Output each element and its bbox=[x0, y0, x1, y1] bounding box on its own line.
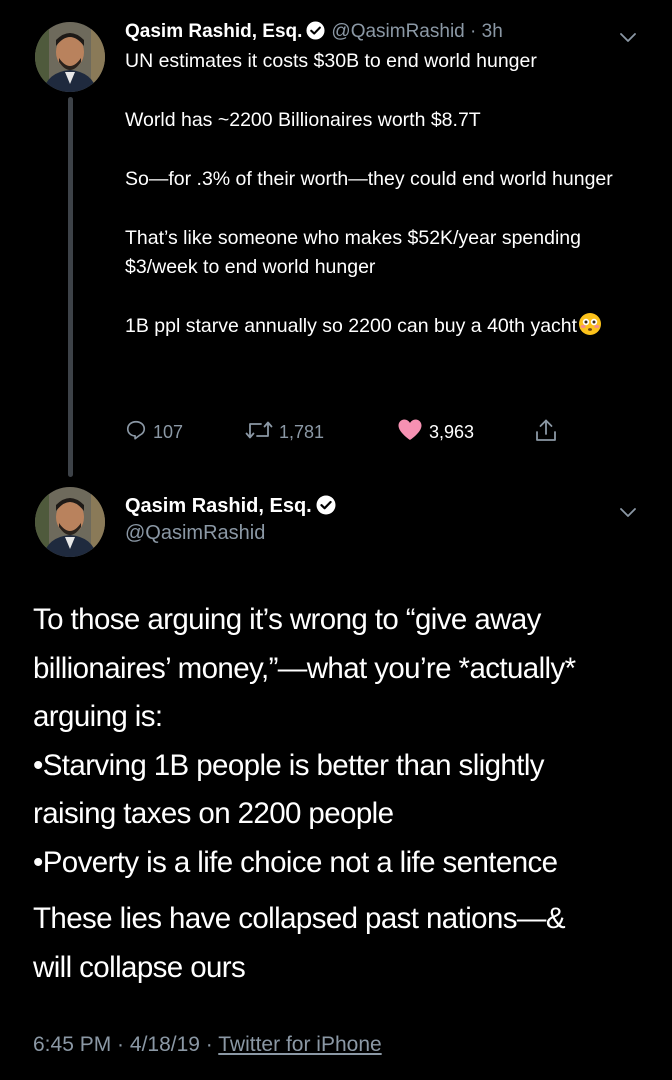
like-count: 3,963 bbox=[429, 421, 475, 442]
tweet2-handle[interactable]: @QasimRashid bbox=[125, 520, 265, 546]
tweet1-paragraph: UN estimates it costs $30B to end world … bbox=[125, 50, 537, 72]
tweet1-paragraph: That’s like someone who makes $52K/year … bbox=[125, 227, 581, 278]
tweet2-line: These lies have collapsed past nations—& bbox=[33, 902, 566, 935]
tweet2-author: Qasim Rashid, Esq. bbox=[125, 493, 342, 522]
retweet-count: 1,781 bbox=[279, 421, 325, 442]
meta-separator: · bbox=[199, 1033, 219, 1056]
tweet2-line: raising taxes on 2200 people bbox=[33, 797, 394, 830]
tweet1-header: Qasim Rashid, Esq. @QasimRashid · 3h bbox=[125, 19, 503, 48]
avatar[interactable] bbox=[35, 487, 105, 557]
tweet2-paragraph: To those arguing it’s wrong to “give awa… bbox=[33, 596, 653, 887]
avatar[interactable] bbox=[35, 22, 105, 92]
tweet2-author-name[interactable]: Qasim Rashid, Esq. bbox=[125, 495, 312, 517]
thread-line bbox=[68, 97, 73, 477]
tweet2-line: will collapse ours bbox=[33, 950, 246, 984]
share-button[interactable] bbox=[535, 418, 557, 446]
chevron-down-icon[interactable] bbox=[620, 30, 636, 42]
tweet2-line: arguing is: bbox=[33, 700, 163, 733]
tweet2-body: To those arguing it’s wrong to “give awa… bbox=[33, 596, 653, 992]
source-link[interactable]: Twitter for iPhone bbox=[218, 1033, 381, 1056]
tweet1-separator: · bbox=[464, 21, 482, 42]
meta-separator: · bbox=[111, 1033, 130, 1056]
like-button[interactable]: 3,963 bbox=[397, 418, 474, 446]
tweet2-date: 4/18/19 bbox=[129, 1033, 200, 1056]
tweet1-handle[interactable]: @QasimRashid bbox=[331, 21, 464, 42]
reply-icon bbox=[125, 419, 147, 446]
tweet1-last-paragraph: 1B ppl starve annually so 2200 can buy a… bbox=[125, 312, 655, 345]
tweet1-actions: 107 1,781 3,963 bbox=[125, 418, 585, 446]
tweet2-time: 6:45 PM bbox=[33, 1033, 112, 1056]
share-icon bbox=[535, 418, 557, 447]
verified-badge-icon bbox=[306, 21, 325, 48]
heart-icon bbox=[397, 418, 423, 447]
tweet1-time[interactable]: 3h bbox=[482, 21, 503, 42]
verified-badge-icon bbox=[316, 495, 336, 522]
tweet2-line: billionaires’ money,”—what you’re *actua… bbox=[33, 651, 576, 685]
retweet-icon bbox=[245, 419, 273, 446]
tweet2-line: To those arguing it’s wrong to “give awa… bbox=[33, 603, 541, 636]
chevron-down-icon[interactable] bbox=[620, 505, 636, 517]
tweet2-meta: 6:45 PM · 4/18/19 · Twitter for iPhone bbox=[33, 1031, 382, 1059]
reply-button[interactable]: 107 bbox=[125, 418, 183, 446]
tweet1-paragraph: So—for .3% of their worth—they could end… bbox=[125, 168, 613, 190]
tweet2-paragraph: These lies have collapsed past nations—&… bbox=[33, 895, 653, 992]
reply-count: 107 bbox=[153, 421, 184, 442]
tweet2-line: •Poverty is a life choice not a life sen… bbox=[33, 845, 558, 879]
tweet1-paragraph: 1B ppl starve annually so 2200 can buy a… bbox=[125, 315, 578, 337]
tweet1-paragraph: World has ~2200 Billionaires worth $8.7T bbox=[125, 109, 481, 131]
tweet1-author-name[interactable]: Qasim Rashid, Esq. bbox=[125, 21, 302, 42]
tweet1-body: UN estimates it costs $30B to end world … bbox=[125, 47, 655, 345]
retweet-button[interactable]: 1,781 bbox=[245, 418, 324, 446]
tweet2-line: •Starving 1B people is better than sligh… bbox=[33, 748, 545, 782]
flushed-face-emoji bbox=[578, 312, 602, 345]
